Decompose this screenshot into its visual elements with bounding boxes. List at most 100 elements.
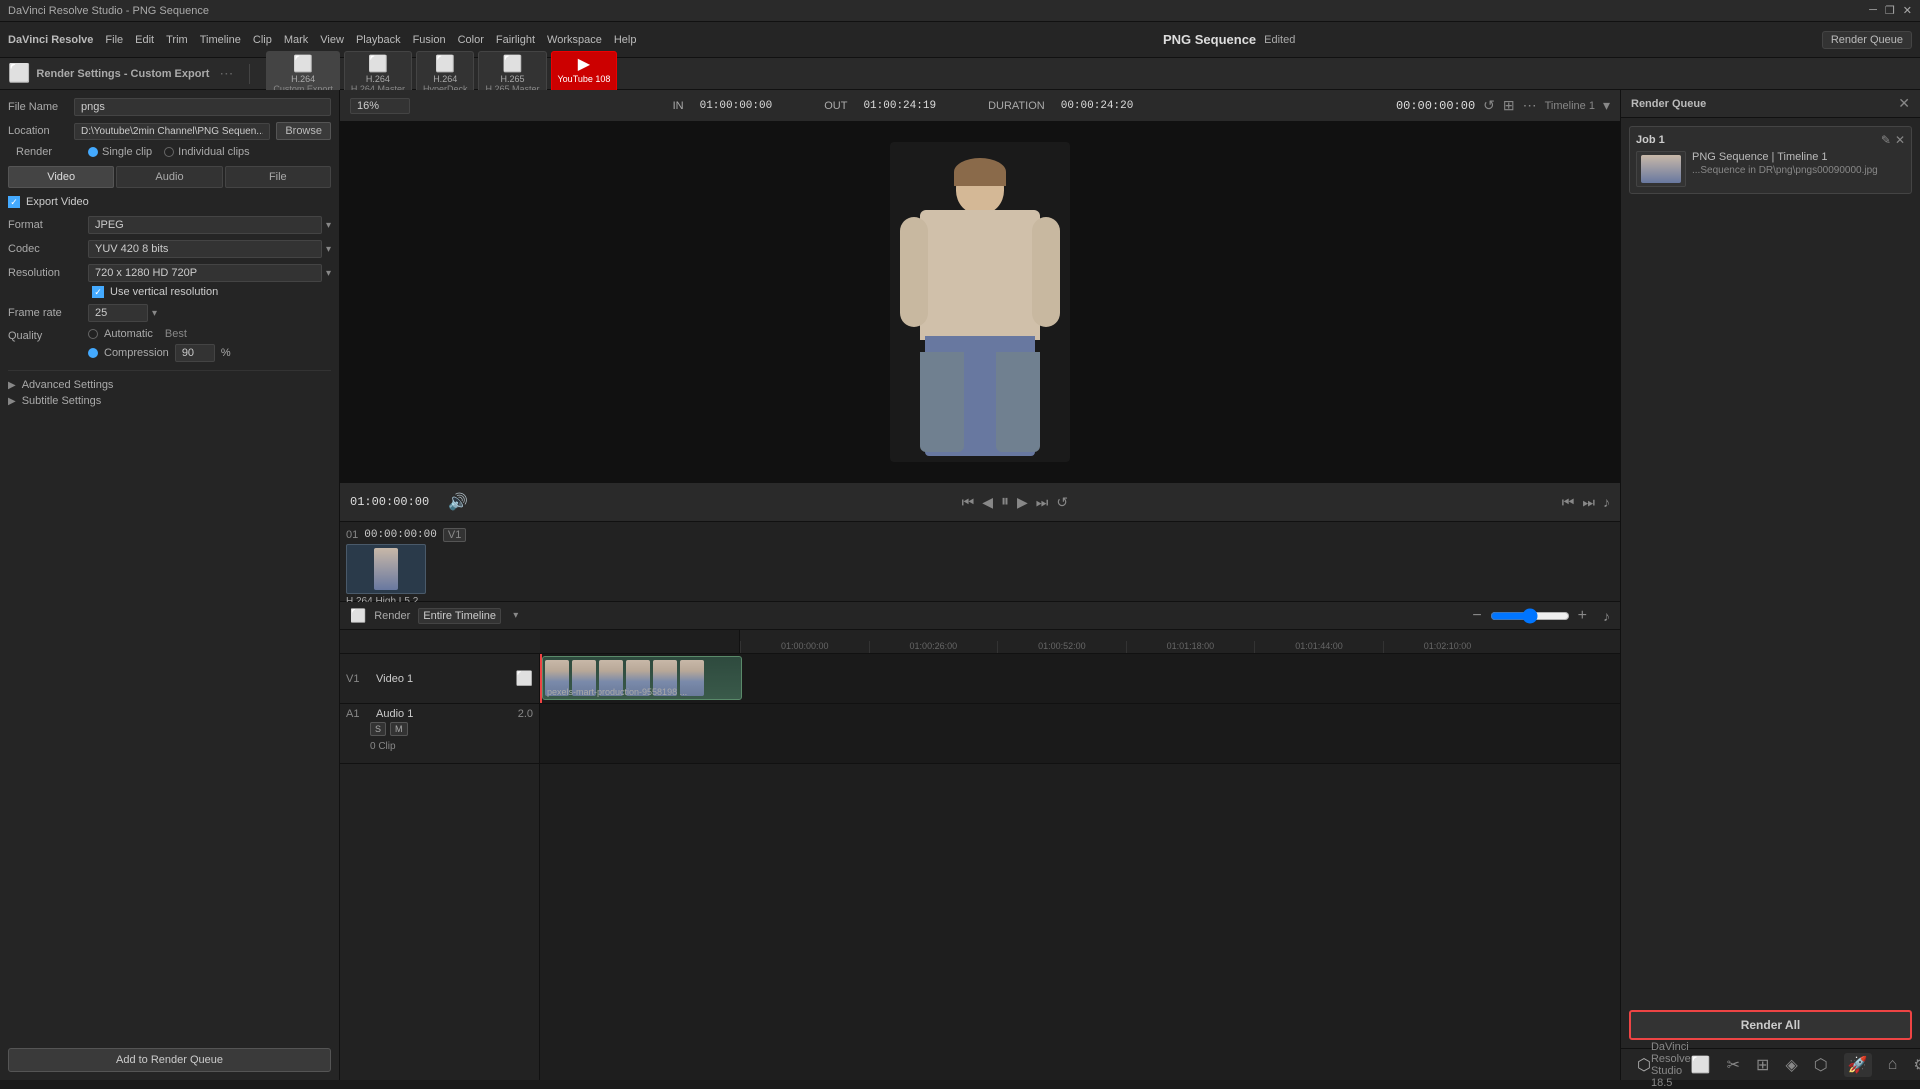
render-mode-select[interactable]: Entire Timeline In/Out Range: [418, 608, 501, 624]
zoom-plus-btn[interactable]: +: [1578, 607, 1587, 625]
menu-mark[interactable]: Mark: [284, 34, 308, 46]
next-marker-btn[interactable]: ⏭: [1582, 494, 1595, 511]
duration-value: 00:00:24:20: [1061, 100, 1134, 112]
render-settings-label: Render Settings - Custom Export: [36, 68, 209, 80]
quality-row: Quality Automatic Best Compression %: [8, 328, 331, 362]
edited-badge: Edited: [1264, 34, 1295, 46]
framerate-select[interactable]: 25 24 30: [88, 304, 148, 322]
prev-frame-btn[interactable]: ◀: [982, 494, 993, 511]
file-tab[interactable]: File: [225, 166, 331, 188]
zoom-select[interactable]: 16% 25% 50% 100%: [350, 98, 410, 114]
settings-icon[interactable]: ⋯: [1523, 97, 1537, 114]
job-1-edit-btn[interactable]: ✎: [1881, 133, 1891, 147]
bottom-davinci-icon: ⬡: [1637, 1055, 1651, 1075]
timeline-name: Timeline 1: [1545, 100, 1595, 112]
refresh-icon[interactable]: ↺: [1483, 97, 1495, 114]
menu-clip[interactable]: Clip: [253, 34, 272, 46]
advanced-settings-label: Advanced Settings: [22, 379, 114, 391]
next-frame-btn[interactable]: ▶: [1017, 494, 1028, 511]
v1-settings-icon[interactable]: ⬜: [516, 670, 533, 687]
bottom-cut-icon[interactable]: ✂: [1727, 1055, 1740, 1075]
restore-btn[interactable]: ❐: [1885, 4, 1895, 17]
audio-icon[interactable]: ♪: [1603, 494, 1610, 510]
compression-input[interactable]: [175, 344, 215, 362]
menu-edit[interactable]: Edit: [135, 34, 154, 46]
menu-trim[interactable]: Trim: [166, 34, 188, 46]
job-1-thumbnail: [1636, 151, 1686, 187]
skip-to-end-btn[interactable]: ⏭: [1036, 494, 1049, 511]
video-tab[interactable]: Video: [8, 166, 114, 188]
render-label: Render: [374, 610, 410, 622]
menu-playback[interactable]: Playback: [356, 34, 401, 46]
file-name-input[interactable]: [74, 98, 331, 116]
bottom-fusion-icon[interactable]: ◈: [1785, 1055, 1797, 1075]
skip-to-start-btn[interactable]: ⏮: [962, 494, 975, 511]
preset-yt-label: YouTube 108: [558, 74, 611, 84]
mute-btn[interactable]: M: [390, 722, 408, 736]
single-clip-radio[interactable]: Single clip: [88, 146, 152, 158]
location-row: Location Browse: [8, 122, 331, 140]
add-to-render-queue-button[interactable]: Add to Render Queue: [8, 1048, 331, 1072]
bottom-gear-icon[interactable]: ⚙: [1913, 1055, 1920, 1075]
audio-tab[interactable]: Audio: [116, 166, 222, 188]
zoom-slider[interactable]: [1490, 608, 1570, 624]
location-input[interactable]: [74, 123, 270, 140]
minimize-btn[interactable]: ─: [1869, 4, 1877, 17]
bottom-edit-icon[interactable]: ⊞: [1756, 1055, 1769, 1075]
volume-icon[interactable]: 🔊: [448, 492, 468, 512]
close-btn[interactable]: ✕: [1903, 4, 1912, 17]
menu-fairlight[interactable]: Fairlight: [496, 34, 535, 46]
render-mode-row: Render Single clip Individual clips: [8, 146, 331, 158]
clip-filename: pexels-mart-production-9558198 ...: [547, 687, 687, 697]
panel-options-icon[interactable]: ⋯: [219, 65, 233, 82]
export-video-checkbox[interactable]: ✓: [8, 196, 20, 208]
menu-fusion[interactable]: Fusion: [413, 34, 446, 46]
preset-h265m-label: H.265: [500, 74, 524, 84]
resolution-row: Resolution 720 x 1280 HD 720P ▾: [8, 264, 331, 282]
export-video-row: ✓ Export Video: [8, 196, 331, 208]
zoom-minus-btn[interactable]: −: [1472, 607, 1481, 625]
codec-select[interactable]: YUV 420 8 bits: [88, 240, 322, 258]
bottom-color-icon[interactable]: ⬡: [1814, 1055, 1828, 1075]
render-all-button[interactable]: Render All: [1629, 1010, 1912, 1040]
audio-track-top: A1 Audio 1 2.0: [346, 708, 533, 720]
bottom-deliver-icon[interactable]: 🚀: [1844, 1053, 1872, 1077]
subtitle-settings-header[interactable]: ▶ Subtitle Settings: [8, 395, 331, 407]
use-vertical-checkbox[interactable]: ✓: [92, 286, 104, 298]
menu-file[interactable]: File: [105, 34, 123, 46]
job-1-close-btn[interactable]: ✕: [1895, 133, 1905, 147]
bottom-home-icon[interactable]: ⌂: [1888, 1056, 1898, 1074]
clip-index: 01: [346, 529, 358, 541]
loop-btn[interactable]: ↺: [1056, 494, 1068, 511]
window-controls[interactable]: ─ ❐ ✕: [1869, 4, 1912, 17]
timecode-out-value: 01:00:24:19: [863, 100, 936, 112]
bottom-icons: ⬜ ✂ ⊞ ◈ ⬡ 🚀 ⌂ ⚙: [1691, 1053, 1920, 1077]
timeline-dropdown-icon[interactable]: ▾: [1603, 97, 1610, 114]
best-label: Best: [165, 328, 187, 340]
render-queue-close-btn[interactable]: ✕: [1898, 95, 1910, 112]
browse-button[interactable]: Browse: [276, 122, 331, 140]
render-queue-button[interactable]: Render Queue: [1822, 31, 1912, 49]
menu-workspace[interactable]: Workspace: [547, 34, 602, 46]
solo-btn[interactable]: S: [370, 722, 386, 736]
menu-help[interactable]: Help: [614, 34, 637, 46]
menu-view[interactable]: View: [320, 34, 344, 46]
subtitle-settings-arrow-icon: ▶: [8, 396, 16, 407]
bottom-media-icon[interactable]: ⬜: [1691, 1055, 1711, 1075]
advanced-settings-header[interactable]: ▶ Advanced Settings: [8, 379, 331, 391]
play-pause-btn[interactable]: ⏸: [1001, 493, 1009, 511]
timeline-audio-icon[interactable]: ♪: [1603, 608, 1610, 624]
use-vertical-row: ✓ Use vertical resolution: [8, 286, 331, 298]
individual-clips-radio[interactable]: Individual clips: [164, 146, 250, 158]
timeline-settings-icon[interactable]: ⬜: [350, 608, 366, 624]
menu-color[interactable]: Color: [458, 34, 484, 46]
format-row: Format JPEG PNG TIFF ▾: [8, 216, 331, 234]
prev-marker-btn[interactable]: ⏮: [1562, 494, 1575, 511]
resolution-select[interactable]: 720 x 1280 HD 720P: [88, 264, 322, 282]
duration-label: DURATION: [988, 100, 1045, 112]
format-select[interactable]: JPEG PNG TIFF: [88, 216, 322, 234]
menu-timeline[interactable]: Timeline: [200, 34, 241, 46]
grid-icon[interactable]: ⊞: [1503, 97, 1515, 114]
video-clip[interactable]: pexels-mart-production-9558198 ...: [542, 656, 742, 700]
preview-controls: 01:00:00:00 🔊 ⏮ ◀ ⏸ ▶ ⏭ ↺ ⏮ ⏭ ♪: [340, 482, 1620, 522]
